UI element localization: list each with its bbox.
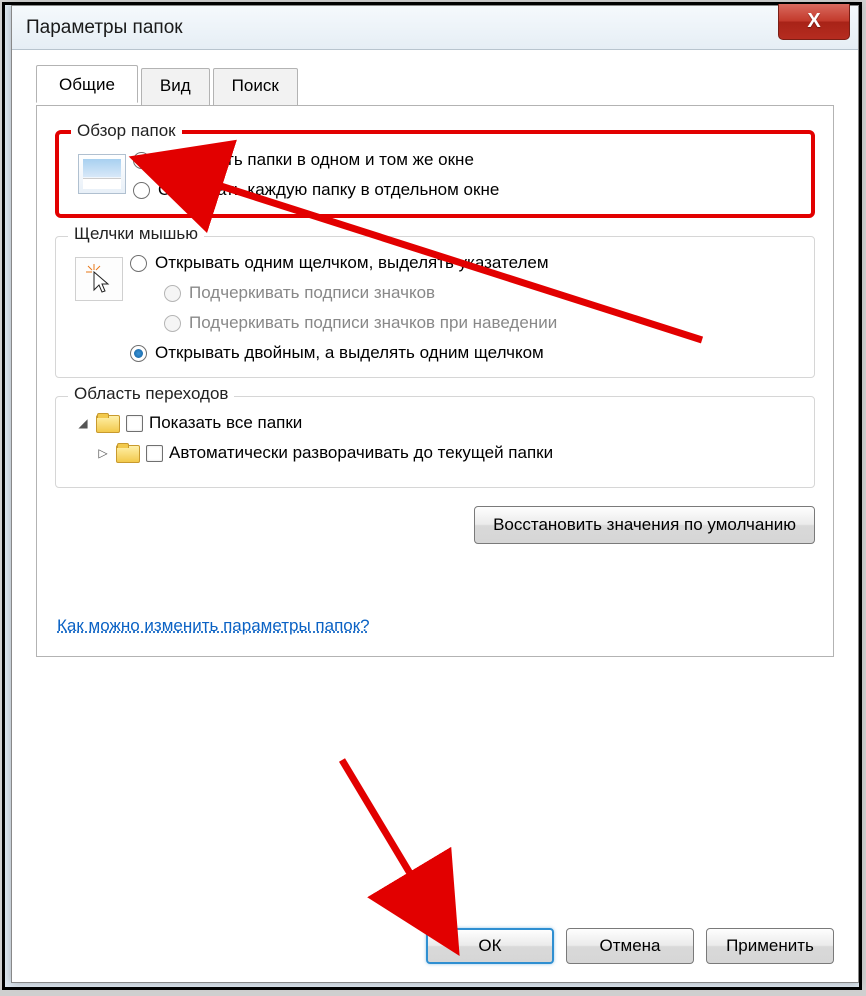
tree-row-show-all: ◢ Показать все папки — [76, 413, 802, 433]
option-underline-all: Подчеркивать подписи значков — [164, 283, 802, 303]
close-icon: X — [807, 10, 820, 33]
click-icon — [68, 253, 130, 301]
option-own-window[interactable]: Открывать каждую папку в отдельном окне — [133, 180, 799, 200]
radio-icon — [133, 182, 150, 199]
groupbox-navigation-title: Область переходов — [68, 384, 234, 404]
radio-icon — [133, 152, 150, 169]
option-underline-hover-label: Подчеркивать подписи значков при наведен… — [189, 313, 557, 333]
tab-general[interactable]: Общие — [36, 65, 138, 103]
cancel-button[interactable]: Отмена — [566, 928, 694, 964]
groupbox-browse-title: Обзор папок — [71, 121, 182, 141]
groupbox-browse-folders: Обзор папок Открывать папки в одном и то… — [55, 130, 815, 218]
option-double-click[interactable]: Открывать двойным, а выделять одним щелч… — [130, 343, 802, 363]
groupbox-navigation: Область переходов ◢ Показать все папки ▷ — [55, 396, 815, 488]
apply-button[interactable]: Применить — [706, 928, 834, 964]
option-single-click-label: Открывать одним щелчком, выделять указат… — [155, 253, 549, 273]
radio-icon — [164, 285, 181, 302]
option-underline-all-label: Подчеркивать подписи значков — [189, 283, 435, 303]
tree-expand-icon[interactable]: ▷ — [96, 446, 110, 460]
radio-icon — [164, 315, 181, 332]
titlebar: Параметры папок X — [12, 6, 858, 50]
option-same-window[interactable]: Открывать папки в одном и том же окне — [133, 150, 799, 170]
option-single-click[interactable]: Открывать одним щелчком, выделять указат… — [130, 253, 802, 273]
folder-options-dialog: Параметры папок X Общие Вид Поиск Обзор … — [11, 5, 859, 983]
option-own-window-label: Открывать каждую папку в отдельном окне — [158, 180, 499, 200]
checkbox-show-all[interactable] — [126, 415, 143, 432]
radio-icon — [130, 345, 147, 362]
show-all-label: Показать все папки — [149, 413, 302, 433]
option-same-window-label: Открывать папки в одном и том же окне — [158, 150, 474, 170]
option-double-click-label: Открывать двойным, а выделять одним щелч… — [155, 343, 544, 363]
restore-defaults-button[interactable]: Восстановить значения по умолчанию — [474, 506, 815, 544]
dialog-buttons: ОК Отмена Применить — [426, 928, 834, 964]
folder-icon — [116, 443, 140, 463]
folder-icon — [96, 413, 120, 433]
tab-search[interactable]: Поиск — [213, 68, 298, 106]
tab-view[interactable]: Вид — [141, 68, 210, 106]
tree-row-auto-expand: ▷ Автоматически разворачивать до текущей… — [96, 443, 802, 463]
window-title: Параметры папок — [26, 17, 183, 39]
close-button[interactable]: X — [778, 4, 850, 40]
groupbox-click-title: Щелчки мышью — [68, 224, 204, 244]
option-underline-hover: Подчеркивать подписи значков при наведен… — [164, 313, 802, 333]
tab-panel-general: Обзор папок Открывать папки в одном и то… — [36, 106, 834, 657]
ok-button[interactable]: ОК — [426, 928, 554, 964]
auto-expand-label: Автоматически разворачивать до текущей п… — [169, 443, 553, 463]
tree-collapse-icon[interactable]: ◢ — [76, 416, 90, 430]
tabs: Общие Вид Поиск — [36, 68, 834, 106]
groupbox-click: Щелчки мышью — [55, 236, 815, 378]
help-link[interactable]: Как можно изменить параметры папок? — [57, 616, 370, 636]
radio-icon — [130, 255, 147, 272]
checkbox-auto-expand[interactable] — [146, 445, 163, 462]
browse-folders-icon — [71, 150, 133, 194]
